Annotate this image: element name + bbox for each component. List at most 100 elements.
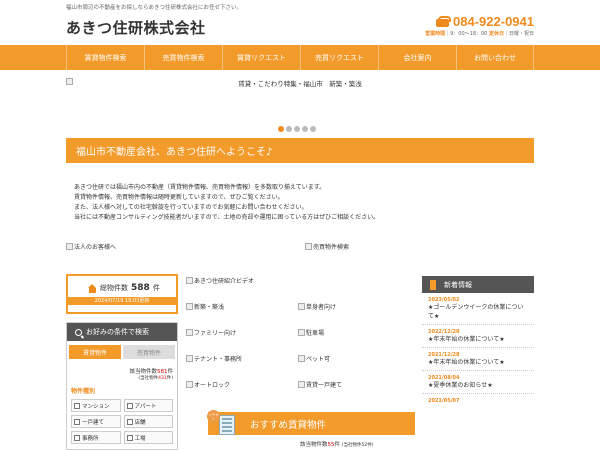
phone-icon <box>436 16 452 27</box>
recommend-count-number: 55 <box>327 442 335 448</box>
main-banner[interactable]: 賃貸・こだわり特集・福山市 新築・築浅 <box>66 78 534 118</box>
recommend-count-label: 該当物件数 <box>300 442 328 448</box>
news-item[interactable]: 2021/08/04 ★夏季休業のお知らせ★ <box>422 371 534 394</box>
news-title: 新着情報 <box>444 280 472 289</box>
nav-sale-search[interactable]: 売買物件検索 <box>144 45 222 70</box>
parking-link[interactable]: 駐車場 <box>298 328 324 337</box>
news-item-title[interactable]: ★年末年始の休業について★ <box>428 358 528 370</box>
news-item[interactable]: 2021/05/07 <box>422 394 534 404</box>
broken-image-icon <box>186 329 193 336</box>
new-built-link[interactable]: 新築・築浅 <box>186 302 224 311</box>
stock-count: 588 <box>131 283 150 293</box>
news-panel: 新着情報 2023/05/02 ★ゴールデンウイークの休業について★ 2022/… <box>422 276 534 450</box>
tab-rental[interactable]: 賃貸物件 <box>69 345 121 359</box>
news-header: 新着情報 <box>422 276 534 293</box>
building-shape <box>219 415 235 435</box>
carousel-dot[interactable] <box>286 126 292 132</box>
broken-image-icon <box>186 277 193 284</box>
news-item-title[interactable]: ★夏季休業のお知らせ★ <box>428 381 528 393</box>
pet-link-label: ペット可 <box>306 356 331 363</box>
phone-block[interactable]: 084-922-0941 <box>436 14 534 29</box>
category-factory[interactable]: 工場 <box>123 431 173 444</box>
single-link[interactable]: 単身者向け <box>298 302 336 311</box>
recommend-count: 該当物件数55件 (当社物件52件) <box>300 440 374 448</box>
banner-alt-text: 賃貸・こだわり特集・福山市 新築・築浅 <box>238 80 362 88</box>
carousel-dot[interactable] <box>310 126 316 132</box>
hit-sub-number: 431 <box>158 376 167 381</box>
checkbox[interactable] <box>74 402 80 409</box>
recommend-count-sub: (当社物件52件) <box>341 443 374 448</box>
checkbox[interactable] <box>126 418 133 425</box>
category-label: 店舗 <box>134 419 146 426</box>
checkbox[interactable] <box>74 418 80 425</box>
holiday-label: 定休日 <box>488 31 504 37</box>
news-item-title[interactable]: ★年末年始の休業について★ <box>428 335 528 347</box>
category-label: アパート <box>134 403 157 410</box>
hours-label: 営業時間 <box>425 31 446 37</box>
category-mansion[interactable]: マンション <box>71 399 121 412</box>
category-apartment[interactable]: アパート <box>123 399 173 412</box>
broken-image-icon <box>186 303 193 310</box>
header-tagline: 福山市周辺の不動産をお探しならあきつ住研株式会社にお任せ下さい。 <box>66 5 243 11</box>
nav-company[interactable]: 会社案内 <box>378 45 456 70</box>
family-link-label: ファミリー向け <box>194 330 237 337</box>
category-title: 物件種別 <box>71 388 96 395</box>
intro-line: あきつ住研では福山市内の不動産（賃貸物件情報、売買物件情報）を多数取り揃えていま… <box>74 184 326 191</box>
category-label: 事務所 <box>82 435 99 442</box>
stock-updated: 2024/07/19 19:03更新 <box>68 297 176 305</box>
business-hours: 営業時間｜9：00～18：00 定休日｜日曜・祝日 <box>425 30 534 37</box>
nav-rental-search[interactable]: 賃貸物件検索 <box>66 45 144 70</box>
sale-search-link-label: 売買物件検索 <box>313 244 350 251</box>
stock-unit: 件 <box>152 284 160 292</box>
nav-sale-request[interactable]: 売買リクエスト <box>300 45 378 70</box>
checkbox[interactable] <box>74 434 80 441</box>
house-link[interactable]: 賃貸一戸建て <box>298 380 342 389</box>
news-item[interactable]: 2022/12/28 ★年末年始の休業について★ <box>422 325 534 348</box>
tab-sale[interactable]: 売買物件 <box>123 345 175 359</box>
stock-count-box: 総物件数 588 件 2024/07/19 19:03更新 <box>66 274 178 314</box>
single-link-label: 単身者向け <box>306 304 337 311</box>
tenant-link[interactable]: テナント・事務所 <box>186 354 242 363</box>
news-item[interactable]: 2021/12/28 ★年末年始の休業について★ <box>422 348 534 371</box>
stock-label: 総物件数 <box>100 284 128 292</box>
search-panel-header: お好みの条件で検索 <box>67 323 177 341</box>
nav-rental-request[interactable]: 賃貸リクエスト <box>222 45 300 70</box>
carousel-dot[interactable] <box>302 126 308 132</box>
pet-link[interactable]: ペット可 <box>298 354 330 363</box>
news-item-title[interactable]: ★ゴールデンウイークの休業について★ <box>428 303 528 324</box>
video-link[interactable]: あきつ住研紹介ビデオ <box>186 276 254 285</box>
stock-count-row: 総物件数 588 件 <box>88 283 160 293</box>
broken-image-icon <box>298 381 305 388</box>
carousel-dot[interactable] <box>278 126 284 132</box>
tenant-link-label: テナント・事務所 <box>194 356 243 363</box>
autolock-link-label: オートロック <box>194 382 231 389</box>
nav-contact[interactable]: お問い合わせ <box>456 45 534 70</box>
intro-text: あきつ住研では福山市内の不動産（賃貸物件情報、売買物件情報）を多数取り揃えていま… <box>74 183 524 223</box>
corporate-link[interactable]: 法人のお客様へ <box>66 242 116 251</box>
video-link-label: あきつ住研紹介ビデオ <box>194 278 255 285</box>
category-label: 工場 <box>134 435 146 442</box>
autolock-link[interactable]: オートロック <box>186 380 230 389</box>
hours-value: ｜9：00～18：00 <box>445 31 488 37</box>
carousel-dots <box>278 126 316 132</box>
category-house[interactable]: 一戸建て <box>71 415 121 428</box>
intro-line: 当社には不動産コンサルティング技能者がいますので、土地の売却や運用に困っている方… <box>74 214 380 221</box>
checkbox[interactable] <box>126 402 133 409</box>
news-bar-icon <box>430 279 436 290</box>
broken-image-icon <box>66 243 73 250</box>
category-store[interactable]: 店舗 <box>123 415 173 428</box>
intro-line: また、法人様へ対しての社宅斡旋を行っていますのでお気軽にお問い合わせください。 <box>74 204 308 211</box>
search-panel-title: お好みの条件で検索 <box>86 328 149 336</box>
company-logo[interactable]: あきつ住研株式会社 <box>66 17 206 38</box>
sale-search-link[interactable]: 売買物件検索 <box>305 242 349 251</box>
phone-number[interactable]: 084-922-0941 <box>453 14 534 29</box>
family-link[interactable]: ファミリー向け <box>186 328 236 337</box>
checkbox[interactable] <box>126 434 133 441</box>
carousel-dot[interactable] <box>294 126 300 132</box>
news-item[interactable]: 2023/05/02 ★ゴールデンウイークの休業について★ <box>422 293 534 325</box>
category-office[interactable]: 事務所 <box>71 431 121 444</box>
broken-image-icon <box>298 303 305 310</box>
hit-sub-unit: 件) <box>166 376 173 381</box>
corporate-link-label: 法人のお客様へ <box>74 244 117 251</box>
category-grid: マンション アパート 一戸建て 店舗 事務所 工場 <box>67 395 177 448</box>
